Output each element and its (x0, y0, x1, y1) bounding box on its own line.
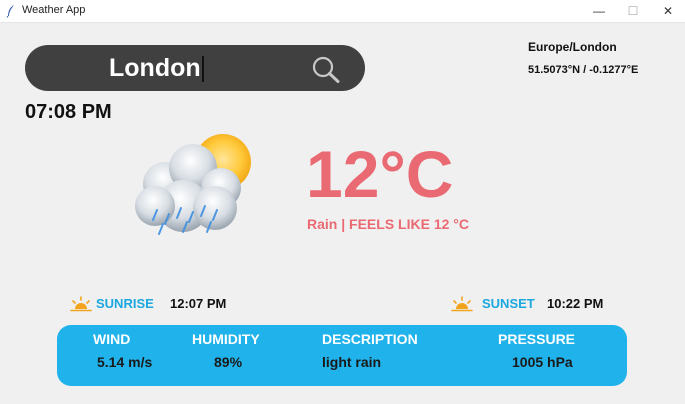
details-panel: WIND HUMIDITY DESCRIPTION PRESSURE 5.14 … (57, 325, 627, 386)
sunset-time: 10:22 PM (547, 296, 604, 311)
sunrise-time: 12:07 PM (170, 296, 227, 311)
search-input-value: London (109, 54, 201, 82)
pressure-value: 1005 hPa (512, 354, 573, 370)
pressure-label: PRESSURE (498, 331, 576, 347)
temperature: 12°C (306, 137, 454, 211)
local-time: 07:08 PM (25, 101, 112, 123)
sunset-icon (451, 296, 473, 312)
maximize-button[interactable]: ☐ (616, 0, 650, 22)
search-input[interactable]: London (109, 54, 204, 83)
cloud-rain-sun-icon (135, 134, 251, 235)
search-icon[interactable] (311, 55, 341, 83)
close-button[interactable]: ✕ (651, 0, 685, 22)
sunset-label: SUNSET (482, 296, 535, 311)
humidity-label: HUMIDITY (192, 331, 260, 347)
wind-label: WIND (93, 331, 131, 347)
text-cursor (201, 56, 204, 83)
condition-feels-like: Rain | FEELS LIKE 12 °C (307, 216, 469, 232)
search-bar[interactable]: London (25, 45, 365, 91)
description-value: light rain (322, 354, 382, 370)
humidity-value: 89% (214, 354, 243, 370)
description-label: DESCRIPTION (322, 331, 418, 347)
coordinates-label: 51.5073°N / -0.1277°E (528, 64, 639, 76)
window-title: Weather App (22, 4, 86, 16)
feather-icon (6, 5, 14, 18)
timezone-label: Europe/London (528, 40, 617, 54)
sunrise-label: SUNRISE (96, 296, 154, 311)
sunrise-icon (70, 296, 92, 312)
title-bar: Weather App — ☐ ✕ (0, 0, 685, 23)
minimize-button[interactable]: — (582, 0, 616, 22)
wind-value: 5.14 m/s (97, 354, 153, 370)
